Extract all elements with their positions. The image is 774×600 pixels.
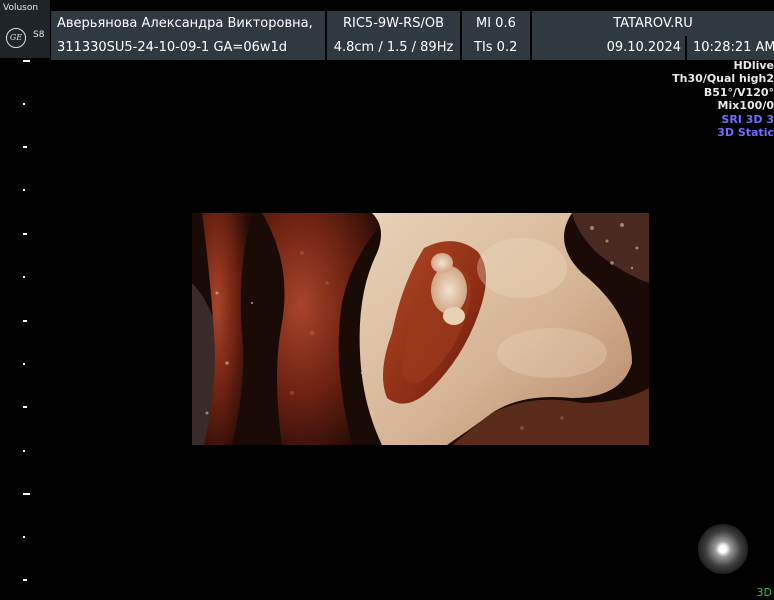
probe-label: RIC5-9W-RS/OB (327, 11, 460, 36)
mi-value: MI 0.6 (462, 11, 530, 36)
mode-indicator: 3D (756, 586, 772, 599)
ruler-tick (23, 363, 25, 365)
ruler-tick (23, 103, 25, 105)
acquisition-mode-label: 3D Static (717, 126, 774, 140)
ruler-tick (23, 146, 27, 148)
light-source-icon[interactable] (698, 524, 748, 574)
depth-params: 4.8cm / 1.5 / 89Hz (327, 35, 460, 60)
voluson-logo: Voluson GE S8 (0, 0, 50, 58)
ge-logo-icon: GE (6, 28, 26, 48)
exam-date: 09.10.2024 (532, 35, 685, 60)
logo-brand: Voluson (3, 3, 39, 13)
render-settings-panel: HDlive Th30/Qual high2 B51°/V120° Mix100… (672, 59, 774, 139)
ruler-tick (23, 450, 25, 452)
angle-label: B51°/V120° (703, 85, 774, 99)
ruler-tick (23, 493, 30, 495)
tis-value: TIs 0.2 (462, 35, 530, 60)
patient-id: 311330SU5-24-10-09-1 GA=06w1d (51, 35, 325, 60)
ruler-tick (23, 189, 25, 191)
ruler-tick (23, 320, 27, 322)
ruler-tick (23, 233, 27, 235)
clinic-name: TATAROV.RU (532, 11, 774, 36)
logo-model: S8 (33, 30, 45, 40)
ruler-tick (23, 406, 27, 408)
threshold-quality-label: Th30/Qual high2 (672, 72, 774, 86)
depth-ruler (23, 58, 35, 598)
ruler-tick (23, 276, 25, 278)
ultrasound-3d-render (192, 213, 649, 445)
exam-time: 10:28:21 AM (687, 35, 774, 60)
ruler-tick (23, 536, 25, 538)
ruler-tick (23, 579, 27, 581)
mix-label: Mix100/0 (717, 99, 774, 113)
render-image (192, 213, 649, 445)
render-mode-label: HDlive (733, 59, 774, 72)
ruler-tick (23, 60, 30, 62)
sri-label: SRI 3D 3 (721, 112, 774, 126)
patient-name: Аверьянова Александра Викторовна, (51, 11, 325, 36)
